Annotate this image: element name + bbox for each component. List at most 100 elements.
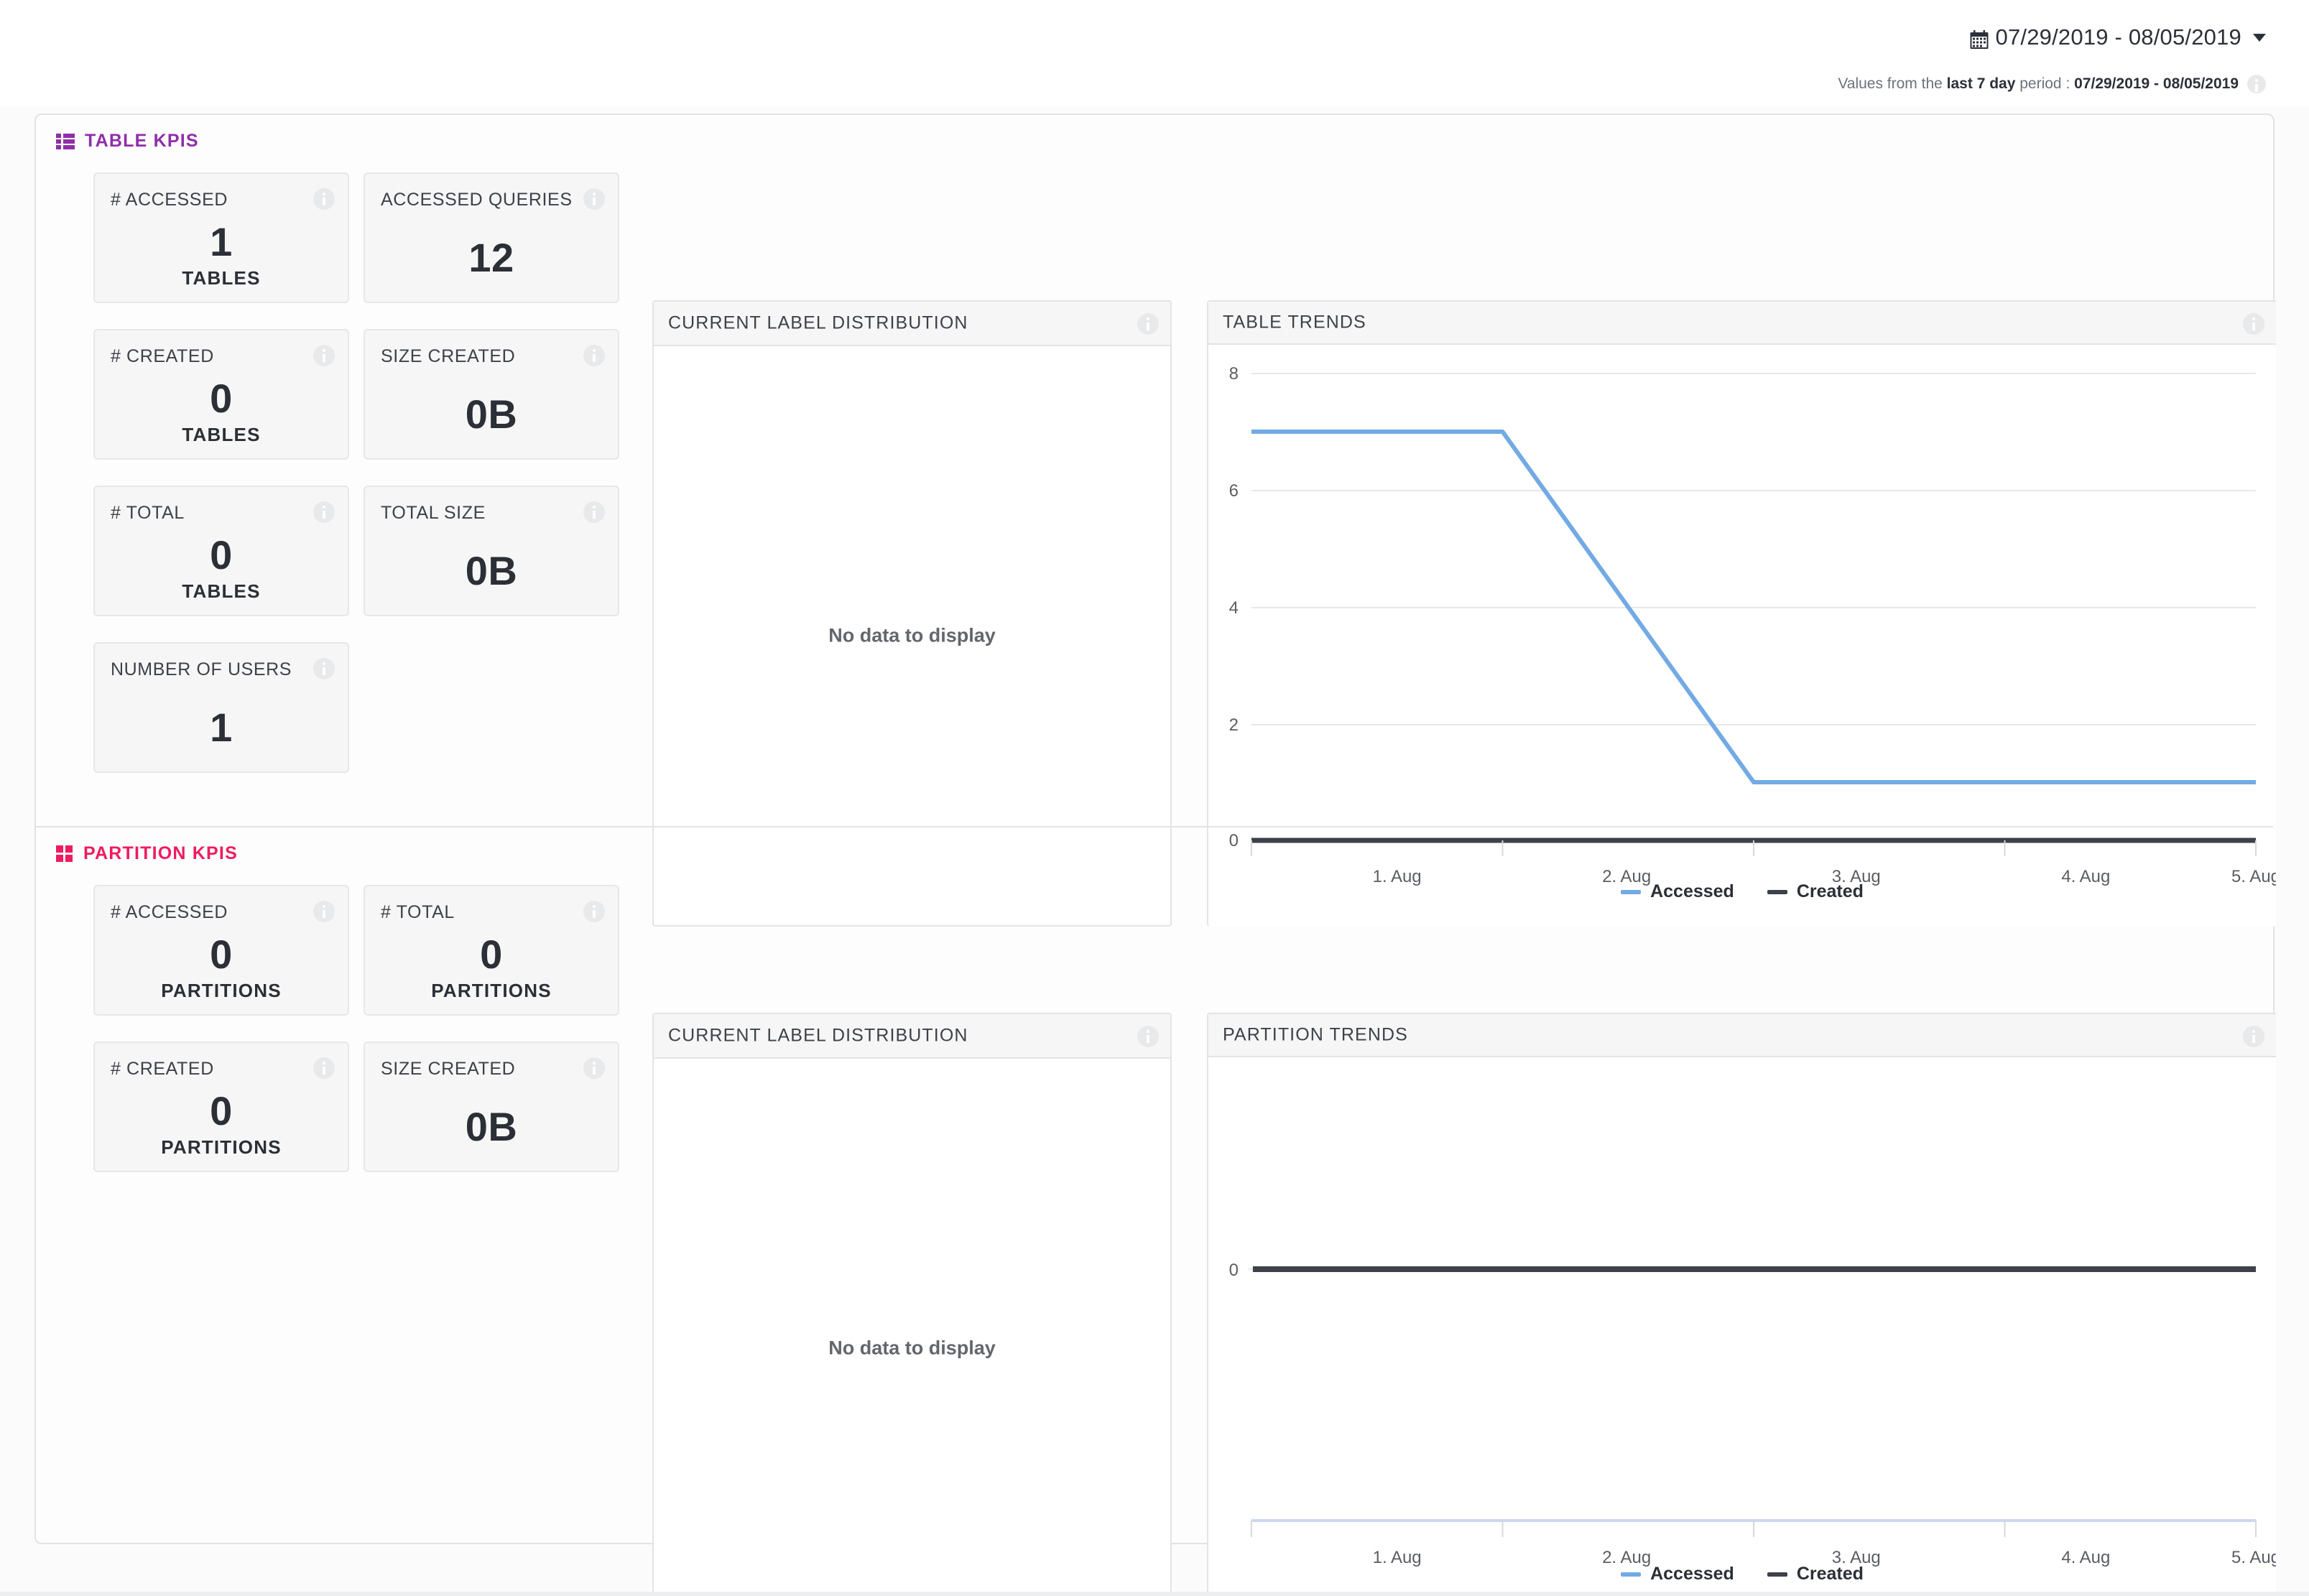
info-icon[interactable] xyxy=(313,901,335,926)
kpi-card[interactable]: # CREATED 0 PARTITIONS xyxy=(93,1041,349,1172)
kpi-label: # TOTAL xyxy=(381,902,455,922)
grid-icon xyxy=(56,845,73,863)
kpi-value: 0B xyxy=(465,548,518,593)
partition-kpi-grid: # ACCESSED 0 PARTITIONS # TOTAL 0 PARTIT… xyxy=(93,885,625,1187)
period-mid: period : xyxy=(2015,75,2075,92)
chevron-down-icon xyxy=(2253,33,2266,42)
info-icon[interactable] xyxy=(2243,1026,2264,1051)
kpi-value: 0B xyxy=(465,391,518,437)
kpi-value: 0 xyxy=(210,532,233,577)
section-header-table-kpis: TABLE KPIS xyxy=(56,131,199,152)
kpi-value: 0 xyxy=(210,1088,233,1133)
info-icon[interactable] xyxy=(1137,1026,1159,1051)
panel-title: CURRENT LABEL DISTRIBUTION xyxy=(668,312,968,333)
period-dates: 07/29/2019 - 08/05/2019 xyxy=(2074,75,2239,92)
date-range-picker[interactable]: 07/29/2019 - 08/05/2019 xyxy=(1970,24,2266,50)
svg-text:6: 6 xyxy=(1229,481,1239,501)
info-icon[interactable] xyxy=(313,188,335,213)
info-icon[interactable] xyxy=(1137,313,1159,338)
kpi-card[interactable]: # CREATED 0 TABLES xyxy=(93,329,349,460)
period-prefix: Values from the xyxy=(1838,75,1947,92)
legend-swatch-created xyxy=(1767,1572,1787,1577)
kpi-card[interactable]: SIZE CREATED 0B xyxy=(364,329,619,460)
info-icon[interactable] xyxy=(583,901,605,926)
kpi-value: 1 xyxy=(210,705,233,750)
panel-body: No data to display xyxy=(654,1059,1170,1596)
chart-svg: 0 1. Aug 2. Aug 3. Aug 4. Aug 5. Aug xyxy=(1229,1261,2276,1567)
info-icon[interactable] xyxy=(2243,313,2264,338)
info-icon[interactable] xyxy=(313,501,335,526)
partition-kpis-section: PARTITION KPIS # ACCESSED 0 PARTITIONS #… xyxy=(36,826,2276,1596)
section-title-table: TABLE KPIS xyxy=(85,131,199,151)
info-icon[interactable] xyxy=(583,501,605,526)
info-icon[interactable] xyxy=(583,1057,605,1082)
dashboard-card: TABLE KPIS # ACCESSED 1 TABLES ACCESSED … xyxy=(34,113,2276,1596)
kpi-value: 0 xyxy=(480,932,503,977)
empty-state-message: No data to display xyxy=(828,624,996,646)
panel-current-label-distribution-partition: CURRENT LABEL DISTRIBUTION No data to di… xyxy=(652,1013,1172,1596)
panel-header: CURRENT LABEL DISTRIBUTION xyxy=(654,1014,1170,1059)
table-kpis-section: TABLE KPIS # ACCESSED 1 TABLES ACCESSED … xyxy=(36,115,2276,927)
kpi-card[interactable]: # ACCESSED 1 TABLES xyxy=(93,172,349,303)
kpi-card[interactable]: SIZE CREATED 0B xyxy=(364,1041,619,1172)
kpi-label: # ACCESSED xyxy=(111,902,228,922)
period-bold: last 7 day xyxy=(1946,75,2016,92)
kpi-value: 12 xyxy=(468,235,514,280)
info-icon[interactable] xyxy=(583,188,605,213)
kpi-label: TOTAL SIZE xyxy=(381,503,486,523)
legend-item-accessed[interactable]: Accessed xyxy=(1621,1564,1734,1585)
panel-title: TABLE TRENDS xyxy=(1223,312,1366,333)
legend-item-created[interactable]: Created xyxy=(1767,1564,1864,1585)
legend-swatch-accessed xyxy=(1621,1572,1642,1577)
info-icon[interactable] xyxy=(2247,75,2266,93)
panel-title: CURRENT LABEL DISTRIBUTION xyxy=(668,1025,968,1046)
panel-title: PARTITION TRENDS xyxy=(1223,1024,1408,1045)
table-kpi-grid: # ACCESSED 1 TABLES ACCESSED QUERIES 12 … xyxy=(93,172,625,776)
kpi-unit: PARTITIONS xyxy=(161,1136,282,1158)
panel-header: PARTITION TRENDS xyxy=(1208,1013,2276,1057)
kpi-label: # CREATED xyxy=(111,1059,214,1079)
kpi-card[interactable]: # ACCESSED 0 PARTITIONS xyxy=(93,885,349,1016)
kpi-value: 0 xyxy=(210,376,233,421)
kpi-unit: TABLES xyxy=(182,267,261,289)
panel-body: 0 1. Aug 2. Aug 3. Aug 4. Aug 5. Aug Acc… xyxy=(1208,1057,2276,1596)
legend-label-created: Created xyxy=(1796,1564,1864,1584)
top-date-bar: 07/29/2019 - 08/05/2019 Values from the … xyxy=(0,0,2309,106)
kpi-card[interactable]: ACCESSED QUERIES 12 xyxy=(364,172,619,303)
svg-text:2: 2 xyxy=(1229,715,1239,735)
kpi-card[interactable]: NUMBER OF USERS 1 xyxy=(93,642,349,773)
kpi-card[interactable]: TOTAL SIZE 0B xyxy=(364,486,619,616)
kpi-card[interactable]: # TOTAL 0 PARTITIONS xyxy=(364,885,619,1016)
chart-legend: Accessed Created xyxy=(1208,1564,2276,1585)
period-note: Values from the last 7 day period : 07/2… xyxy=(1838,75,2266,93)
calendar-icon xyxy=(1970,29,1989,49)
kpi-unit: PARTITIONS xyxy=(431,980,552,1001)
svg-text:8: 8 xyxy=(1229,364,1239,384)
kpi-unit: TABLES xyxy=(182,580,261,602)
kpi-unit: PARTITIONS xyxy=(161,980,282,1001)
kpi-value: 0 xyxy=(210,932,233,977)
date-range-label: 07/29/2019 - 08/05/2019 xyxy=(1995,24,2241,50)
list-icon xyxy=(56,133,75,150)
panel-header: CURRENT LABEL DISTRIBUTION xyxy=(654,302,1170,346)
panel-header: TABLE TRENDS xyxy=(1208,300,2276,345)
kpi-label: # CREATED xyxy=(111,346,214,366)
info-icon[interactable] xyxy=(313,1057,335,1082)
legend-label-accessed: Accessed xyxy=(1650,1564,1734,1584)
empty-state-message: No data to display xyxy=(828,1337,996,1359)
bottom-scrollbar[interactable] xyxy=(0,1592,2309,1596)
kpi-label: NUMBER OF USERS xyxy=(111,659,292,679)
kpi-label: SIZE CREATED xyxy=(381,346,516,366)
info-icon[interactable] xyxy=(313,658,335,683)
kpi-label: SIZE CREATED xyxy=(381,1059,516,1079)
dashboard-page: 07/29/2019 - 08/05/2019 Values from the … xyxy=(0,0,2309,1596)
svg-text:0: 0 xyxy=(1229,1261,1239,1280)
partition-trends-chart[interactable]: 0 1. Aug 2. Aug 3. Aug 4. Aug 5. Aug Acc… xyxy=(1208,1057,2276,1596)
kpi-card[interactable]: # TOTAL 0 TABLES xyxy=(93,486,349,616)
kpi-label: ACCESSED QUERIES xyxy=(381,190,573,210)
info-icon[interactable] xyxy=(313,345,335,370)
kpi-value: 1 xyxy=(210,219,233,264)
section-title-partition: PARTITION KPIS xyxy=(83,843,238,863)
info-icon[interactable] xyxy=(583,345,605,370)
svg-text:4: 4 xyxy=(1229,598,1239,618)
